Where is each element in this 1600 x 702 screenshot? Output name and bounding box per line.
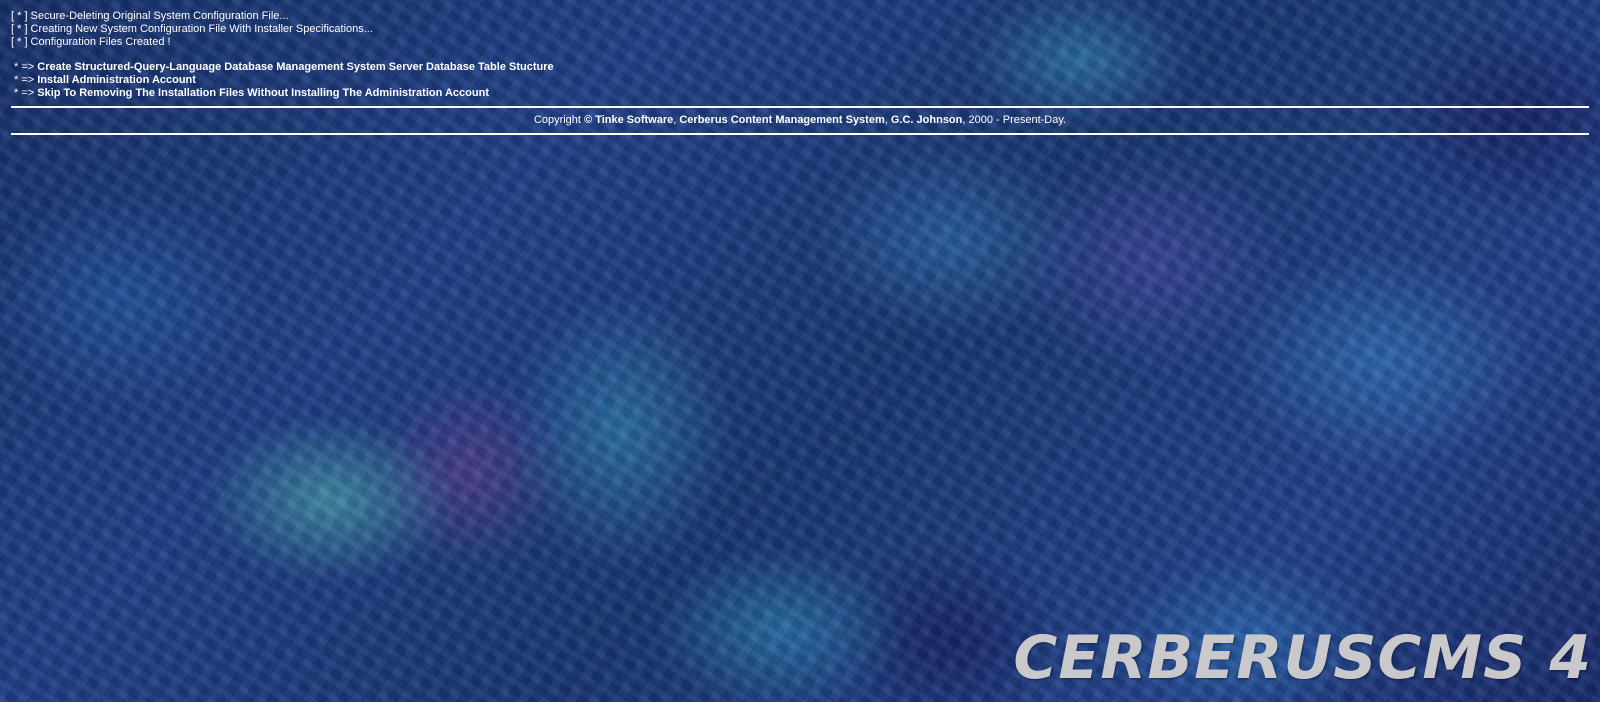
company-name: © Tinke Software	[584, 114, 674, 126]
install-admin-account-link[interactable]: Install Administration Account	[37, 74, 196, 86]
menu-item-skip: * => Skip To Removing The Installation F…	[11, 87, 1589, 100]
menu-item-prefix: * =>	[14, 87, 38, 99]
copyright-footer: Copyright © Tinke Software, Cerberus Con…	[11, 108, 1589, 133]
menu-item-install-admin: * => Install Administration Account	[11, 74, 1589, 87]
copyright-label: Copyright	[533, 114, 585, 126]
log-line-config-created: [ * ] Configuration Files Created !	[11, 36, 171, 48]
product-name: Cerberus Content Management System	[679, 114, 885, 126]
menu-item-create-db: * => Create Structured-Query-Language Da…	[11, 61, 1589, 74]
menu-item-prefix: * =>	[14, 61, 38, 73]
copyright-years: , 2000 - Present-Day.	[962, 114, 1067, 126]
skip-admin-install-link[interactable]: Skip To Removing The Installation Files …	[37, 87, 489, 99]
menu-item-prefix: * =>	[14, 74, 38, 86]
installer-panel: [ * ] Secure-Deleting Original System Co…	[11, 10, 1589, 135]
divider-bottom	[11, 133, 1589, 135]
create-db-structure-link[interactable]: Create Structured-Query-Language Databas…	[37, 61, 553, 73]
author-name: G.C. Johnson	[890, 114, 963, 126]
cerberuscms-logo: CERBERUSCMS 4	[1013, 623, 1592, 693]
log-line-create-config: [ * ] Creating New System Configuration …	[11, 23, 373, 35]
log-line-secure-delete: [ * ] Secure-Deleting Original System Co…	[11, 10, 289, 22]
